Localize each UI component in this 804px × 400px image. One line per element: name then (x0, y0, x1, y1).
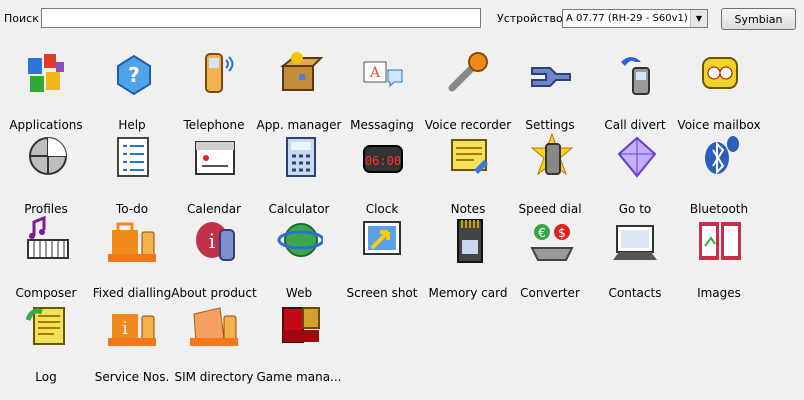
screen-shot-icon[interactable] (358, 216, 406, 264)
app-item[interactable]: Contacts (592, 212, 678, 300)
app-item[interactable]: 06:00 Clock (339, 128, 425, 216)
log-icon[interactable] (22, 300, 70, 348)
contacts-icon[interactable] (611, 216, 659, 264)
clock-icon[interactable]: 06:00 (358, 132, 406, 180)
memory-card-icon[interactable] (444, 216, 492, 264)
fixed-dialling-icon[interactable] (108, 216, 156, 264)
sim-directory-icon[interactable] (190, 300, 238, 348)
app-item[interactable]: Voice recorder (425, 44, 511, 132)
app-label: Contacts (608, 286, 662, 300)
calculator-icon[interactable] (275, 132, 323, 180)
app-item[interactable]: Calendar (171, 128, 257, 216)
app-label: Game mana... (256, 370, 342, 384)
composer-icon[interactable] (22, 216, 70, 264)
app-item[interactable]: Images (676, 212, 762, 300)
svg-text:$: $ (558, 226, 566, 240)
device-select[interactable]: A 07.77 (RH-29 - S60v1) ▼ (562, 9, 708, 28)
app-item[interactable]: Composer (3, 212, 89, 300)
app-item[interactable]: Profiles (3, 128, 89, 216)
help-icon[interactable]: ? (108, 48, 156, 96)
app-item[interactable]: i About product (171, 212, 257, 300)
svg-text:?: ? (128, 63, 140, 87)
app-item[interactable]: € $ Converter (507, 212, 593, 300)
web-icon[interactable] (275, 216, 323, 264)
voice-mailbox-icon[interactable] (695, 48, 743, 96)
bluetooth-icon[interactable] (695, 132, 743, 180)
svg-text:i: i (122, 318, 128, 339)
app-item[interactable]: Settings (507, 44, 593, 132)
voice-recorder-icon[interactable] (444, 48, 492, 96)
app-label: Service Nos. (94, 370, 170, 384)
game-manager-icon[interactable] (275, 300, 323, 348)
images-icon[interactable] (695, 216, 743, 264)
calendar-icon[interactable] (190, 132, 238, 180)
search-input[interactable] (41, 8, 481, 28)
speed-dial-icon[interactable] (526, 132, 574, 180)
app-label: Converter (520, 286, 580, 300)
converter-icon[interactable]: € $ (526, 216, 574, 264)
app-item[interactable]: Log (3, 296, 89, 384)
about-product-icon[interactable]: i (190, 216, 238, 264)
app-item[interactable]: i Service Nos. (89, 296, 175, 384)
app-item[interactable]: Go to (592, 128, 678, 216)
app-item[interactable]: Screen shot (339, 212, 425, 300)
app-item[interactable]: Web (256, 212, 342, 300)
notes-icon[interactable] (444, 132, 492, 180)
chevron-down-icon[interactable]: ▼ (690, 10, 707, 27)
telephone-icon[interactable] (190, 48, 238, 96)
service-nos-icon[interactable]: i (108, 300, 156, 348)
app-label: Screen shot (346, 286, 418, 300)
app-item[interactable]: Game mana... (256, 296, 342, 384)
app-item[interactable]: Calculator (256, 128, 342, 216)
messaging-icon[interactable]: A (358, 48, 406, 96)
app-label: Images (697, 286, 741, 300)
applications-icon[interactable] (22, 48, 70, 96)
app-item[interactable]: SIM directory (171, 296, 257, 384)
settings-icon[interactable] (526, 48, 574, 96)
app-item[interactable]: Call divert (592, 44, 678, 132)
app-item[interactable]: Fixed dialling (89, 212, 175, 300)
app-label: SIM directory (174, 370, 254, 384)
svg-text:06:00: 06:00 (365, 154, 401, 168)
device-select-value: A 07.77 (RH-29 - S60v1) (566, 13, 688, 24)
profiles-icon[interactable] (22, 132, 70, 180)
svg-text:A: A (369, 65, 381, 81)
goto-icon[interactable] (611, 132, 659, 180)
toolbar: Поиск Устройство A 07.77 (RH-29 - S60v1)… (0, 0, 804, 36)
svg-text:i: i (209, 229, 215, 253)
app-item[interactable]: To-do (89, 128, 175, 216)
app-label: Memory card (428, 286, 508, 300)
call-divert-icon[interactable] (611, 48, 659, 96)
app-item[interactable]: App. manager (256, 44, 342, 132)
app-item[interactable]: Applications (3, 44, 89, 132)
app-item[interactable]: A Messaging (339, 44, 425, 132)
app-manager-icon[interactable] (275, 48, 323, 96)
app-item[interactable]: ? Help (89, 44, 175, 132)
search-label: Поиск (4, 12, 39, 25)
app-item[interactable]: Telephone (171, 44, 257, 132)
app-item[interactable]: Bluetooth (676, 128, 762, 216)
app-item[interactable]: Voice mailbox (676, 44, 762, 132)
symbian-button[interactable]: Symbian (721, 8, 796, 30)
app-item[interactable]: Speed dial (507, 128, 593, 216)
app-item[interactable]: Notes (425, 128, 511, 216)
device-label: Устройство (497, 12, 563, 25)
app-item[interactable]: Memory card (425, 212, 511, 300)
app-label: Log (35, 370, 57, 384)
svg-text:€: € (538, 226, 546, 240)
todo-icon[interactable] (108, 132, 156, 180)
